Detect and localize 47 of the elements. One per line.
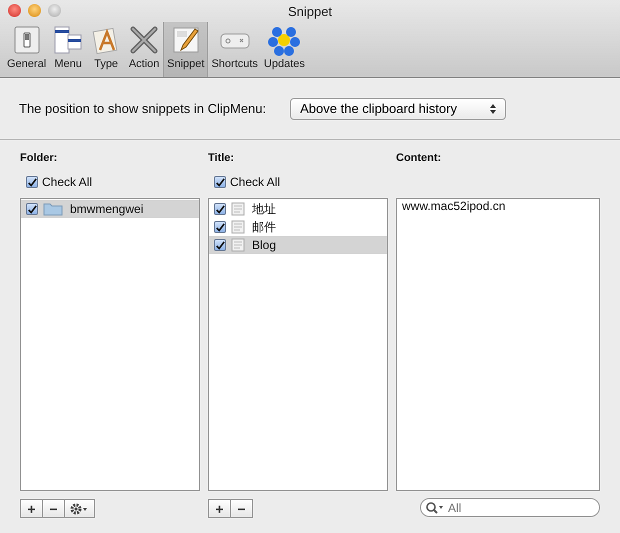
- toolbar-tab[interactable]: Updates: [260, 22, 308, 77]
- remove-button[interactable]: −: [42, 499, 65, 518]
- up-down-arrows-icon: [489, 102, 498, 114]
- add-button[interactable]: +: [20, 499, 43, 518]
- row-label: Blog: [252, 237, 276, 253]
- check-all-label: Check All: [42, 175, 92, 189]
- check-all-label: Check All: [230, 175, 280, 189]
- dots-icon: [268, 24, 300, 56]
- list-row[interactable]: 地址: [209, 200, 387, 218]
- action-menu-button[interactable]: [64, 499, 95, 518]
- window-title: Snippet: [288, 4, 332, 18]
- checkbox[interactable]: [26, 203, 38, 215]
- close-button[interactable]: [8, 4, 21, 17]
- position-popup[interactable]: Above the clipboard history: [290, 98, 506, 120]
- toolbar-tab[interactable]: Snippet: [163, 22, 208, 77]
- gear-icon: [70, 502, 90, 514]
- toolbar-tab[interactable]: Type: [87, 22, 126, 77]
- search-field[interactable]: All: [420, 498, 600, 517]
- search-icon: [425, 501, 445, 515]
- document-icon: [231, 202, 245, 216]
- check-all-checkbox[interactable]: [214, 176, 226, 188]
- remove-button[interactable]: −: [230, 499, 253, 518]
- add-button[interactable]: +: [208, 499, 231, 518]
- list-row[interactable]: bmwmengwei: [21, 200, 199, 218]
- toolbar-tab[interactable]: General: [4, 22, 50, 77]
- row-label: 邮件: [252, 219, 276, 235]
- crossed-tools-icon: [128, 24, 160, 56]
- checkbox[interactable]: [214, 221, 226, 233]
- check-all-checkbox[interactable]: [26, 176, 38, 188]
- document-icon: [231, 220, 245, 234]
- checkbox[interactable]: [214, 239, 226, 251]
- row-label: 地址: [252, 201, 276, 217]
- content-text-area[interactable]: www.mac52ipod.cn: [396, 198, 600, 491]
- folder-icon: [43, 202, 63, 216]
- checkbox[interactable]: [214, 203, 226, 215]
- toolbar-tab[interactable]: Action: [125, 22, 164, 77]
- column-heading: Content:: [396, 152, 442, 166]
- row-label: bmwmengwei: [70, 201, 144, 217]
- column-heading: Folder:: [20, 152, 58, 166]
- toolbar-tab[interactable]: Menu: [49, 22, 88, 77]
- toolbar-tab[interactable]: Shortcuts: [208, 22, 261, 77]
- column-heading: Title:: [208, 152, 236, 166]
- document-icon: [231, 238, 245, 252]
- list-row[interactable]: 邮件: [209, 218, 387, 236]
- list-row[interactable]: Blog: [209, 236, 387, 254]
- position-label: The position to show snippets in ClipMenu:: [19, 101, 266, 116]
- window-icon: [52, 24, 84, 56]
